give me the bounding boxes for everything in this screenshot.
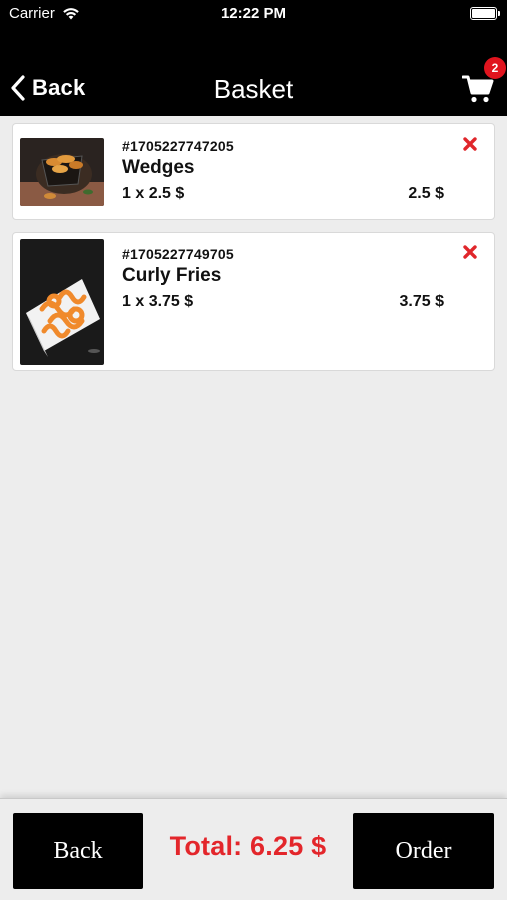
- page-title: Basket: [213, 74, 294, 104]
- curly-fries-photo: [20, 239, 104, 365]
- back-button[interactable]: Back: [13, 813, 143, 889]
- battery-icon: [470, 7, 500, 20]
- clock: 12:22 PM: [220, 5, 287, 22]
- remove-icon: [462, 245, 478, 264]
- basket-item: #1705227749705 Curly Fries 1 x 3.75 $ 3.…: [12, 232, 495, 371]
- item-quantity-price: 1 x 3.75 $: [122, 293, 194, 310]
- status-bar: Carrier 12:22 PM: [0, 0, 507, 30]
- cart-count-badge: 2: [484, 57, 506, 79]
- basket-item: #1705227747205 Wedges 1 x 2.5 $ 2.5 $: [12, 123, 495, 220]
- item-quantity-price: 1 x 2.5 $: [122, 185, 185, 202]
- app-header: Carrier 12:22 PM Back Basket 2: [0, 0, 507, 116]
- remove-item-button[interactable]: [462, 244, 478, 260]
- basket-total: Total: 6.25 $: [169, 831, 327, 861]
- wedges-photo: [20, 138, 104, 206]
- order-button[interactable]: Order: [353, 813, 494, 889]
- order-id: #1705227747205: [122, 138, 234, 154]
- item-name: Wedges: [122, 157, 195, 178]
- order-id: #1705227749705: [122, 246, 234, 262]
- item-line-total: 2.5 $: [408, 185, 444, 202]
- item-line-total: 3.75 $: [399, 293, 444, 310]
- basket-footer: Back Total: 6.25 $ Order: [0, 798, 507, 900]
- item-name: Curly Fries: [122, 265, 222, 286]
- remove-item-button[interactable]: [462, 136, 478, 152]
- remove-icon: [462, 137, 478, 156]
- cart-icon: [461, 75, 494, 108]
